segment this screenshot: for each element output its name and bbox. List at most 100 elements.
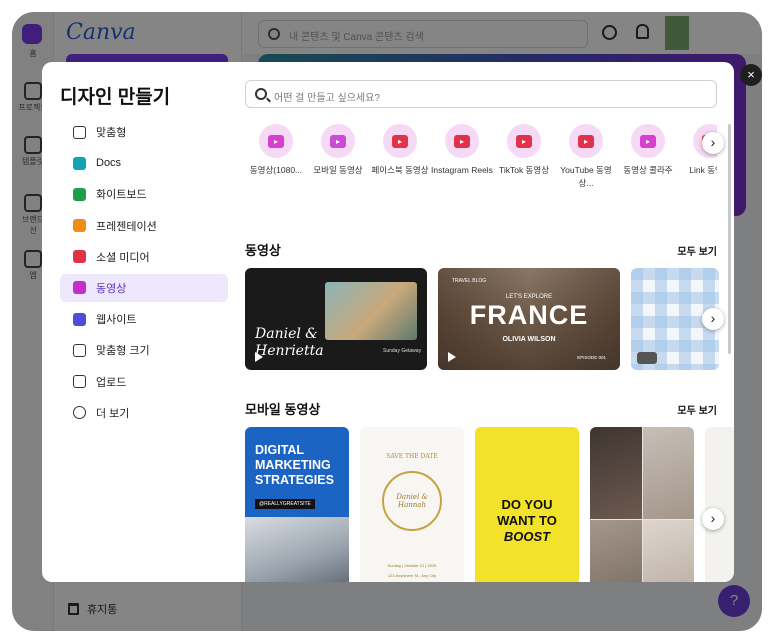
nav-item-label: Docs [96,157,122,170]
digital-marketing-card[interactable]: DIGITAL MARKETING STRATEGIES @REALLYGREA… [245,427,349,582]
quick-type-label: Instagram Reels [431,165,493,175]
type-glyph: ▸ [640,134,656,148]
nav-item-label: 동영상 [96,282,127,295]
nav-item-video[interactable]: 동영상 [60,273,228,302]
nav-item-label: 맞춤형 크기 [96,345,150,358]
couple-names: Daniel & Hannah [396,493,428,509]
type-glyph: ▸ [578,134,594,148]
website-icon [73,312,86,326]
laptop-photo [245,517,349,582]
quick-type-instagram[interactable]: ▸ Instagram Reels [431,124,493,177]
nav-item-docs[interactable]: Docs [60,149,228,177]
video-see-all-link[interactable]: 모두 보기 [677,243,717,258]
quick-type-youtube[interactable]: ▸ YouTube 동영상... [555,124,617,190]
nav-item-label: 프레젠테이션 [96,220,157,233]
nav-item-whiteboard[interactable]: 화이트보드 [60,180,228,208]
create-design-modal: 디자인 만들기 맞춤형 Docs 화이트보드 프레젠테이션 소셜 미디어 동영상 웹사이트 맞… [42,62,734,582]
type-glyph: ▸ [454,134,470,148]
card-small-text: Sunday Getaway [383,348,422,354]
video-badge-icon [637,352,657,364]
video-icon [73,281,86,295]
boost-card[interactable]: DO YOU WANT TO BOOST [475,427,579,582]
nav-item-custom-size[interactable]: 맞춤형 크기 [60,336,228,364]
event-date: Sunday | October 21 | 2025 [387,563,437,568]
quick-type-mobile-video[interactable]: ▸ 모바일 동영상 [307,124,369,177]
nav-item-label: 맞춤형 [96,127,127,139]
quick-type-video[interactable]: ▸ 동영상 콜라주 [617,124,679,177]
france-title: FRANCE [469,300,589,330]
quick-type-tiktok[interactable]: ▸ TikTok 동영상 [493,124,555,177]
nav-item-label: 소셜 미디어 [96,251,150,264]
save-date-title: SAVE THE DATE [386,453,438,460]
type-glyph: ▸ [268,134,284,148]
mobile-see-all-link[interactable]: 모두 보기 [677,402,717,417]
quick-type-video[interactable]: ▸ 동영상(1080... [245,124,307,177]
nav-item-cloud-upload[interactable]: 업로드 [60,368,228,396]
daniel-henrietta-card[interactable]: Daniel & Henrietta Sunday Getaway [245,268,427,370]
nav-item-presentation[interactable]: 프레젠테이션 [60,212,228,240]
quick-type-label: 페이스북 동영상 [371,165,429,175]
type-glyph: ▸ [392,134,408,148]
video-icon: ▸ [631,124,665,158]
docs-icon [73,156,86,170]
quick-type-label: Link 동영상 [689,165,717,175]
mobile-video-section-title: 모바일 동영상 [245,402,321,417]
video-icon: ▸ [259,124,293,158]
author-name: OLIVIA WILSON [502,336,556,343]
facebook-icon: ▸ [383,124,417,158]
collage-photo-1 [590,427,642,519]
nav-item-label: 업로드 [96,376,127,389]
jewelry-collage-card[interactable] [590,427,694,582]
episode-label: EPISODE 001 [577,355,606,360]
couple-photo [325,282,417,340]
partial-card [705,427,734,582]
save-the-date-card[interactable]: SAVE THE DATE Daniel & Hannah Sunday | O… [360,427,464,582]
marketing-headline: DIGITAL MARKETING STRATEGIES [255,443,334,487]
design-search-input[interactable]: 어떤 걸 만들고 싶으세요? [245,80,717,108]
youtube-icon: ▸ [569,124,603,158]
france-travel-card[interactable]: TRAVEL BLOG LET'S EXPLORE FRANCE OLIVIA … [438,268,620,370]
quick-type-label: 모바일 동영상 [313,165,363,175]
nav-item-more[interactable]: 더 보기 [60,399,228,427]
type-glyph: ▸ [330,134,346,148]
cloud-upload-icon [73,375,86,388]
nav-item-label: 화이트보드 [96,189,147,202]
presentation-icon [73,219,86,233]
site-handle: @REALLYGREATSITE [255,499,315,509]
card-script-text: Daniel & Henrietta [255,326,324,359]
more-icon [73,406,86,420]
design-type-nav: 맞춤형 Docs 화이트보드프레젠테이션소셜 미디어동영상웹사이트맞춤형 크기업로드… [60,118,228,430]
heart-icon [73,250,86,264]
nav-item-label: 더 보기 [96,407,130,420]
nav-item-label: 웹사이트 [96,314,137,327]
modal-title: 디자인 만들기 [60,87,171,108]
quick-row-next-arrow[interactable]: › [702,132,724,154]
video-section-title: 동영상 [245,243,281,258]
instagram-icon: ▸ [445,124,479,158]
mobile-video-icon: ▸ [321,124,355,158]
nav-item-heart[interactable]: 소셜 미디어 [60,243,228,271]
quick-type-label: 동영상(1080... [249,165,303,175]
type-glyph: ▸ [516,134,532,148]
video-next-arrow[interactable]: › [702,308,724,330]
play-icon [448,352,456,362]
event-place: 123 Anywhere St., Any City [387,573,437,578]
close-modal-button[interactable]: × [740,64,762,86]
quick-type-row: ▸ 동영상(1080... ▸ 모바일 동영상 ▸ 페이스북 동영상 ▸ Instagram … [245,124,717,204]
quick-type-label: 동영상 콜라주 [623,165,673,175]
tiktok-icon: ▸ [507,124,541,158]
modal-scrollbar[interactable] [728,124,731,354]
quick-type-label: YouTube 동영상... [560,165,612,188]
play-icon [255,352,263,362]
nav-item-website[interactable]: 웹사이트 [60,305,228,333]
whiteboard-icon [73,187,86,201]
quick-type-facebook[interactable]: ▸ 페이스북 동영상 [369,124,431,177]
collage-photo-4 [643,520,694,582]
quick-type-label: TikTok 동영상 [498,165,550,175]
nav-item-sparkle[interactable]: 맞춤형 [60,118,228,146]
collage-photo-2 [643,427,694,519]
custom-size-icon [73,343,86,357]
mobile-next-arrow[interactable]: › [702,508,724,530]
boost-headline: DO YOU WANT TO BOOST [497,497,557,544]
travel-blog-tag: TRAVEL BLOG [452,278,487,284]
